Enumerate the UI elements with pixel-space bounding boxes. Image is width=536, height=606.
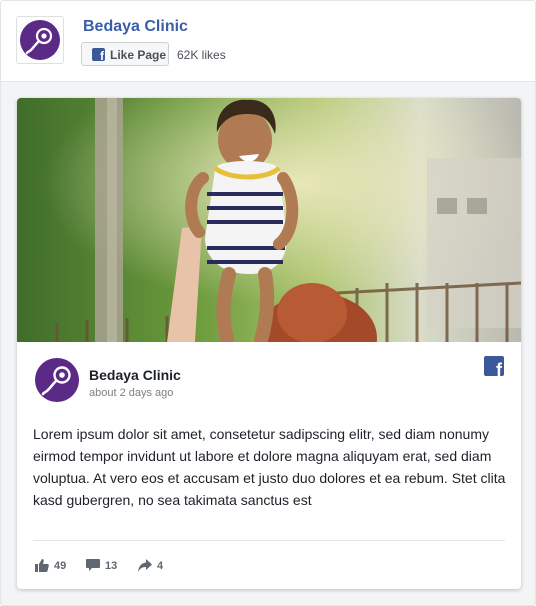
- post-card: Bedaya Clinic about 2 days ago f Lorem i…: [17, 98, 521, 589]
- likes-count: 62K likes: [177, 48, 226, 62]
- facebook-f-icon: f: [92, 48, 105, 62]
- like-page-button[interactable]: f Like Page: [81, 42, 169, 66]
- facebook-logo-icon[interactable]: f: [484, 356, 504, 376]
- post-author-name[interactable]: Bedaya Clinic: [89, 367, 181, 383]
- page-header: Bedaya Clinic f Like Page 62K likes: [1, 1, 535, 82]
- comment-icon: [86, 559, 100, 571]
- likes-count-value: 49: [54, 560, 67, 572]
- likes-stat[interactable]: 49: [35, 558, 75, 574]
- page-name[interactable]: Bedaya Clinic: [83, 18, 188, 36]
- comments-stat[interactable]: 13: [86, 558, 126, 574]
- page-logo[interactable]: [16, 16, 64, 64]
- post-author-avatar-icon[interactable]: [35, 358, 79, 402]
- share-arrow-icon: [138, 559, 152, 572]
- comments-count-value: 13: [105, 560, 118, 572]
- like-page-label: Like Page: [110, 48, 167, 62]
- post-photo[interactable]: [17, 98, 521, 342]
- facebook-page-widget: Bedaya Clinic f Like Page 62K likes Beda…: [0, 0, 536, 606]
- divider: [33, 540, 505, 541]
- bedaya-logo-icon: [20, 20, 60, 60]
- thumbs-up-icon: [35, 559, 49, 572]
- shares-count-value: 4: [157, 560, 164, 572]
- post-text: Lorem ipsum dolor sit amet, consetetur s…: [33, 426, 506, 508]
- post-timestamp[interactable]: about 2 days ago: [89, 387, 173, 399]
- shares-stat[interactable]: 4: [138, 558, 178, 574]
